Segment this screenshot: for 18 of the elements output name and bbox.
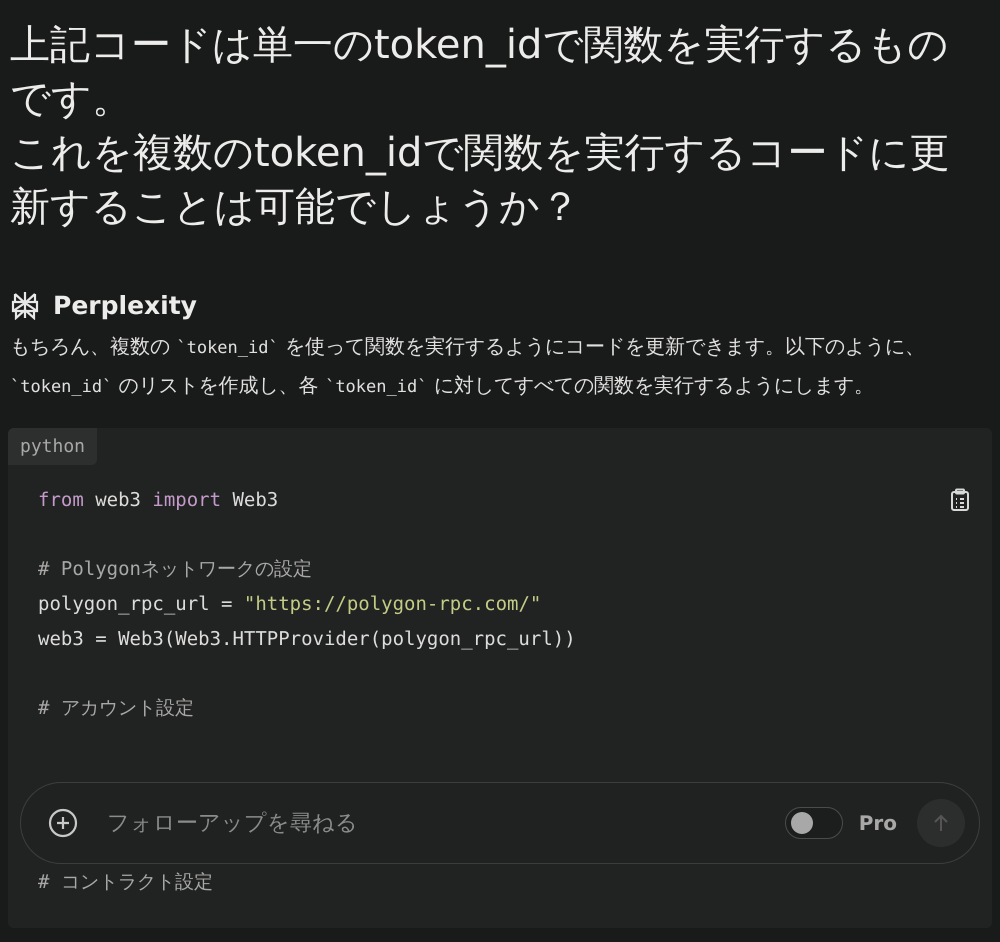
follow-up-input[interactable]: フォローアップを尋ねる: [105, 810, 785, 836]
answer-text: もちろん、複数の `token_id` を使って関数を実行するようにコードを更新できます。以下のように、 `token_id` のリストを作成し、各 `token_id` に対してすべての関数を実行するようにします。: [10, 333, 926, 399]
add-icon[interactable]: [47, 807, 79, 839]
language-label: python: [8, 428, 98, 465]
code-line: polygon_rpc_url = "https://polygon-rpc.com/": [38, 592, 542, 618]
pro-label: Pro: [858, 811, 897, 835]
code-line: # アカウント設定: [38, 696, 194, 722]
pro-toggle[interactable]: [784, 807, 843, 839]
question-text: これを複数のtoken_idで関数を実行するコードに更新することは可能でしょうか？: [10, 129, 950, 232]
perplexity-logo-icon: [11, 290, 39, 320]
code-line: from web3 import Web3: [38, 488, 278, 513]
clipboard-icon[interactable]: [950, 488, 970, 512]
arrow-up-icon: [932, 813, 950, 833]
code-line: # Polygonネットワークの設定: [38, 557, 312, 582]
code-line: # コントラクト設定: [38, 870, 213, 895]
source-name: Perplexity: [53, 290, 197, 320]
code-line: web3 = Web3(Web3.HTTPProvider(polygon_rpc_url)): [38, 626, 576, 652]
question-text: 上記コードは単一のtoken_idで関数を実行するものです。: [10, 21, 950, 124]
